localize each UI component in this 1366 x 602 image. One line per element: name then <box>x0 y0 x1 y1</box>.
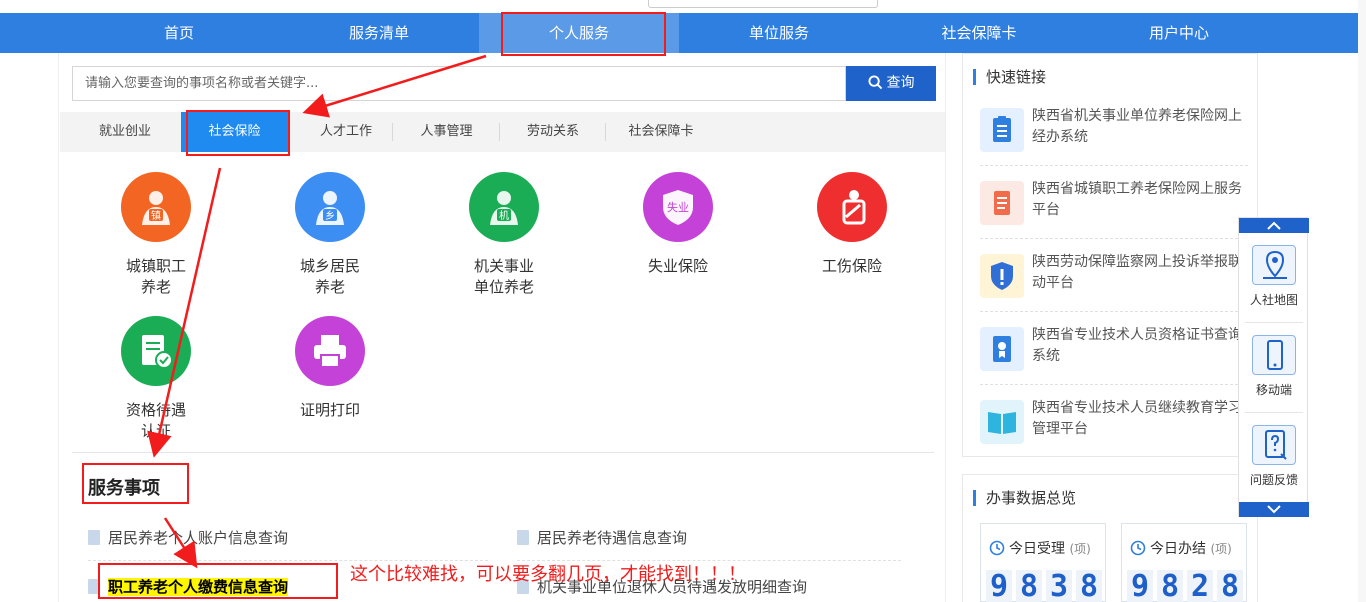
annotation-arrow <box>147 167 222 458</box>
annotation-arrow <box>163 517 198 569</box>
annotation-arrow <box>302 54 487 118</box>
annotation-arrows <box>147 54 487 569</box>
annotation-note: 这个比较难找，可以要多翻几页，才能找到！！！ <box>350 564 746 585</box>
